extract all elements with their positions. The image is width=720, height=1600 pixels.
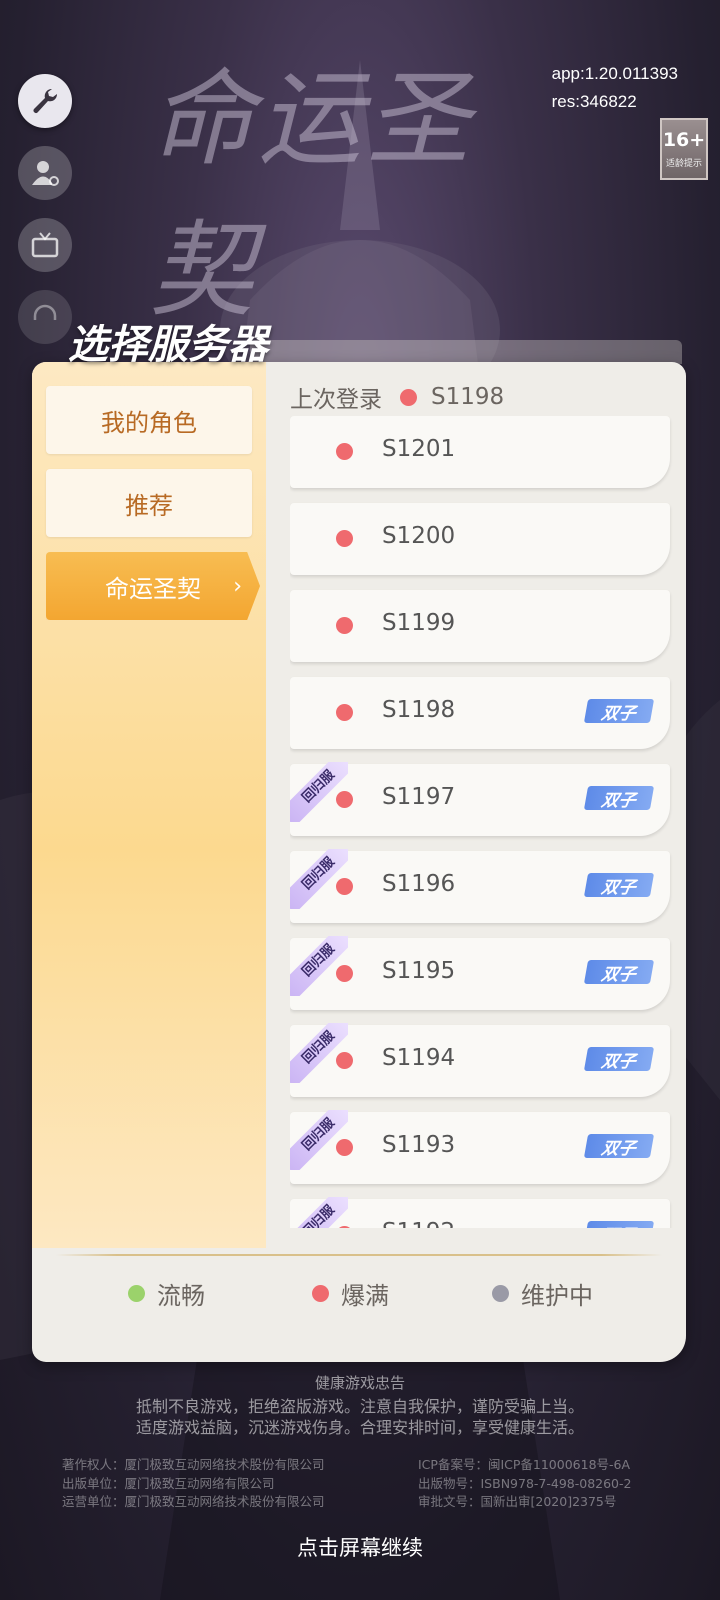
server-category-sidebar: 我的角色 推荐 命运圣契 › <box>32 362 266 1248</box>
status-full-icon <box>336 1052 353 1069</box>
publisher-credits: 著作权人：厦门极致互动网络技术股份有限公司 出版单位：厦门极致互动网络有限公司 … <box>62 1456 325 1512</box>
settings-button[interactable] <box>18 74 72 128</box>
last-login[interactable]: 上次登录 S1198 <box>290 380 504 414</box>
customer-service-button[interactable] <box>18 290 72 344</box>
server-name: S1194 <box>382 1045 456 1071</box>
twins-tag: 双子 <box>583 786 655 811</box>
twins-tag: 双子 <box>583 960 655 985</box>
server-name: S1195 <box>382 958 456 984</box>
health-advisory-line: 适度游戏益脑，沉迷游戏伤身。合理安排时间，享受健康生活。 <box>135 1418 584 1437</box>
server-name: S1192 <box>382 1219 455 1228</box>
status-full-icon <box>336 704 353 721</box>
last-login-label: 上次登录 <box>290 387 382 413</box>
server-name: S1193 <box>382 1132 456 1158</box>
server-row[interactable]: S1199 <box>290 590 670 662</box>
status-full-icon <box>336 617 353 634</box>
license-credits: ICP备案号：闽ICP备11000618号-6A 出版物号：ISBN978-7-… <box>418 1456 631 1512</box>
operator: 运营单位：厦门极致互动网络技术股份有限公司 <box>62 1494 325 1509</box>
server-name: S1197 <box>382 784 456 810</box>
status-full-icon <box>336 530 353 547</box>
user-settings-icon <box>32 161 59 186</box>
twins-tag: 双子 <box>583 699 655 724</box>
legend-full: 爆满 <box>312 1276 389 1311</box>
status-smooth-icon <box>128 1285 145 1302</box>
age-rating-value: 16+ <box>662 128 706 151</box>
server-row[interactable]: 回归服 S1195 双子 <box>290 936 670 1010</box>
twins-tag: 双子 <box>583 1047 655 1072</box>
returning-server-tag: 回归服 <box>290 1197 348 1228</box>
server-name: S1198 <box>382 697 456 723</box>
server-row[interactable]: S1200 <box>290 503 670 575</box>
chevron-right-icon: › <box>233 574 242 599</box>
status-full-icon <box>336 965 353 982</box>
health-advisory-line: 抵制不良游戏，拒绝盗版游戏。注意自我保护，谨防受骗上当。 <box>135 1397 584 1416</box>
legend-maintenance: 维护中 <box>492 1276 593 1311</box>
health-advisory-title: 健康游戏忠告 <box>314 1374 405 1392</box>
panel-top-strip <box>250 340 682 364</box>
tab-destiny-covenant-label: 命运圣契 <box>105 574 201 603</box>
legend-smooth-label: 流畅 <box>157 1282 205 1310</box>
legend-divider <box>56 1254 662 1256</box>
server-row[interactable]: S1201 <box>290 416 670 488</box>
status-full-icon <box>336 443 353 460</box>
server-name: S1196 <box>382 871 456 897</box>
legend-smooth: 流畅 <box>128 1276 205 1311</box>
approval-number: 审批文号：国新出审[2020]2375号 <box>418 1494 617 1509</box>
app-version: app:1.20.011393 <box>551 64 678 83</box>
publisher: 出版单位：厦门极致互动网络有限公司 <box>62 1475 275 1491</box>
legend-full-label: 爆满 <box>341 1282 389 1310</box>
twins-tag: 双子 <box>583 873 655 898</box>
server-row[interactable]: 回归服 S1196 双子 <box>290 849 670 923</box>
panel-title: 选择服务器 <box>68 322 268 368</box>
returning-server-tag-label: 回归服 <box>290 1197 348 1228</box>
legend-maintenance-label: 维护中 <box>521 1282 593 1310</box>
headset-icon <box>33 304 57 320</box>
server-list[interactable]: S1201 S1200 S1199 S1198 双子 回归服 S1197 双子 … <box>290 416 686 1228</box>
wrench-icon <box>33 88 58 113</box>
notice-button[interactable] <box>18 218 72 272</box>
status-full-icon <box>336 878 353 895</box>
tab-recommended[interactable]: 推荐 <box>46 469 252 537</box>
status-full-icon <box>336 791 353 808</box>
server-name: S1199 <box>382 610 456 636</box>
game-logo: 命运圣契 <box>150 58 475 331</box>
server-row[interactable]: 回归服 S1197 双子 <box>290 762 670 836</box>
server-row[interactable]: 回归服 S1192 双子 <box>290 1197 670 1228</box>
copyright-holder: 著作权人：厦门极致互动网络技术股份有限公司 <box>62 1457 325 1472</box>
account-button[interactable] <box>18 146 72 200</box>
twins-tag: 双子 <box>583 1221 655 1228</box>
twins-tag: 双子 <box>583 1134 655 1159</box>
server-name: S1200 <box>382 523 456 549</box>
version-info: app:1.20.011393 res:346822 <box>552 60 678 116</box>
last-login-server: S1198 <box>431 384 505 410</box>
tv-icon <box>31 232 59 258</box>
server-select-panel: 我的角色 推荐 命运圣契 › 上次登录 S1198 S1201 S1200 S1… <box>32 362 686 1362</box>
tab-destiny-covenant[interactable]: 命运圣契 › <box>46 552 260 620</box>
icp-number: ICP备案号：闽ICP备11000618号-6A <box>418 1457 631 1472</box>
status-full-icon <box>400 388 417 406</box>
server-row[interactable]: 回归服 S1193 双子 <box>290 1110 670 1184</box>
age-rating-badge[interactable]: 16+ 适龄提示 <box>660 118 708 180</box>
status-full-icon <box>312 1285 329 1302</box>
health-advisory-text: 抵制不良游戏，拒绝盗版游戏。注意自我保护，谨防受骗上当。 适度游戏益脑，沉迷游戏… <box>0 1396 720 1438</box>
tab-recommended-label: 推荐 <box>125 491 173 520</box>
server-row[interactable]: S1198 双子 <box>290 677 670 749</box>
isbn-number: 出版物号：ISBN978-7-498-08260-2 <box>418 1475 632 1491</box>
tab-my-roles-label: 我的角色 <box>101 408 197 437</box>
server-row[interactable]: 回归服 S1194 双子 <box>290 1023 670 1097</box>
tab-my-roles[interactable]: 我的角色 <box>46 386 252 454</box>
status-maintenance-icon <box>492 1285 509 1302</box>
status-full-icon <box>336 1139 353 1156</box>
server-name: S1201 <box>382 436 456 462</box>
res-version: res:346822 <box>551 92 637 111</box>
age-rating-note: 适龄提示 <box>665 158 702 169</box>
tap-to-continue[interactable]: 点击屏幕继续 <box>0 1532 720 1562</box>
